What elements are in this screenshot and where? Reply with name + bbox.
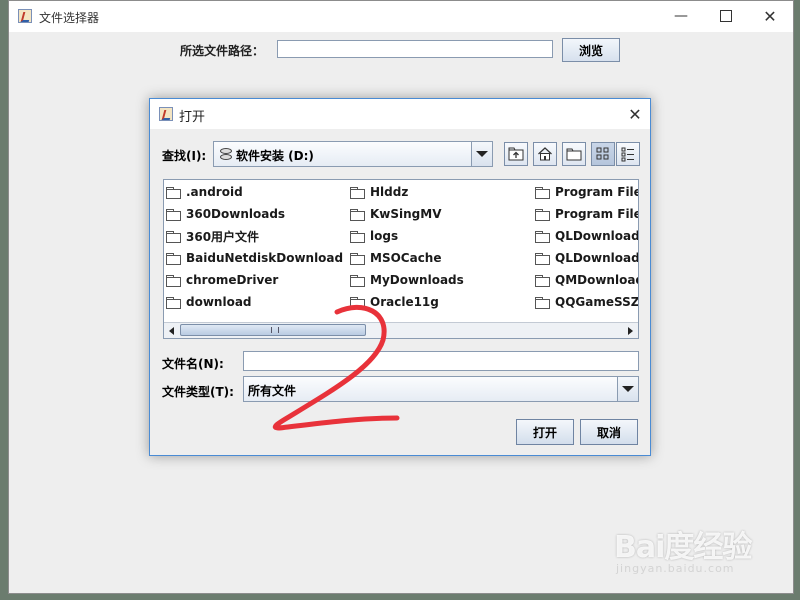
dialog-title: 打开 [179,110,206,125]
list-item[interactable]: logs [350,227,398,245]
list-view-button[interactable] [591,142,615,166]
folder-icon [166,296,181,309]
list-item[interactable]: QQGameSSZB [535,293,638,311]
folder-icon [535,230,550,243]
list-item[interactable]: KwSingMV [350,205,442,223]
folder-icon [166,186,181,199]
open-button[interactable]: 打开 [516,419,574,445]
look-in-combo[interactable]: 软件安装 (D:) [213,141,493,167]
file-name-input[interactable] [243,351,639,371]
list-item[interactable]: QMDownload [535,271,638,289]
list-item[interactable]: BaiduNetdiskDownload [166,249,343,267]
file-type-value: 所有文件 [248,384,297,398]
browse-button[interactable]: 浏览 [562,38,620,62]
folder-icon [535,296,550,309]
folder-icon [350,208,365,221]
list-item[interactable]: Hlddz [350,183,408,201]
details-view-icon [621,147,634,162]
folder-icon [166,230,181,243]
open-file-dialog: 打开 ✕ 查找(I): 软件安装 (D:) .android 360Downlo… [149,98,651,456]
path-input[interactable] [277,40,553,58]
list-item[interactable]: MyDownloads [350,271,464,289]
path-label: 所选文件路径： [180,44,265,58]
list-item[interactable]: chromeDriver [166,271,278,289]
folder-icon [535,208,550,221]
list-view-icon [596,147,609,160]
maximize-button[interactable] [714,5,738,27]
drive-icon [220,148,232,160]
chevron-down-icon [622,386,634,392]
folder-icon [350,230,365,243]
list-item[interactable]: 360Downloads [166,205,285,223]
dialog-titlebar: 打开 ✕ [150,99,650,129]
chevron-left-icon [169,326,174,335]
file-list[interactable]: .android 360Downloads 360用户文件 BaiduNetdi… [163,179,639,339]
main-titlebar: 文件选择器 — ✕ [9,1,793,32]
chevron-down-icon [476,151,488,157]
list-item[interactable]: Oracle11g [350,293,439,311]
home-icon [538,147,552,161]
scroll-right-button[interactable] [623,323,638,338]
list-item[interactable]: Program Files [535,183,638,201]
list-item[interactable]: download [166,293,252,311]
maximize-icon [720,10,732,22]
up-one-level-icon [508,147,524,161]
java-app-icon [18,9,32,23]
java-app-icon [159,107,173,121]
folder-icon [350,252,365,265]
folder-icon [350,186,365,199]
new-folder-button[interactable] [562,142,586,166]
list-item[interactable]: QLDownload [535,227,638,245]
look-in-label: 查找(I): [162,149,207,163]
look-in-value: 软件安装 (D:) [236,149,314,163]
file-type-dropdown-arrow[interactable] [617,377,638,401]
folder-icon [535,186,550,199]
look-in-dropdown-arrow[interactable] [471,142,492,166]
up-one-level-button[interactable] [504,142,528,166]
horizontal-scrollbar[interactable] [164,322,638,338]
home-button[interactable] [533,142,557,166]
chevron-right-icon [628,326,633,335]
grip-icon [271,327,279,333]
list-item[interactable]: QLDownloadGa [535,249,638,267]
folder-icon [166,252,181,265]
folder-icon [350,274,365,287]
list-item[interactable]: MSOCache [350,249,441,267]
cancel-button[interactable]: 取消 [580,419,638,445]
close-button[interactable]: ✕ [758,5,782,27]
file-name-label: 文件名(N): [162,357,224,371]
scrollbar-thumb[interactable] [180,324,366,336]
new-folder-icon [566,148,582,161]
dialog-close-button[interactable]: ✕ [624,103,646,125]
scroll-left-button[interactable] [164,323,179,338]
file-type-label: 文件类型(T): [162,385,234,399]
list-item[interactable]: .android [166,183,243,201]
list-item[interactable]: Program Files ( [535,205,638,223]
details-view-button[interactable] [616,142,640,166]
file-type-combo[interactable]: 所有文件 [243,376,639,402]
minimize-button[interactable]: — [669,5,693,27]
folder-icon [350,296,365,309]
folder-icon [166,274,181,287]
list-item[interactable]: 360用户文件 [166,227,259,245]
folder-icon [535,274,550,287]
folder-icon [166,208,181,221]
folder-icon [535,252,550,265]
main-window-title: 文件选择器 [39,11,100,25]
